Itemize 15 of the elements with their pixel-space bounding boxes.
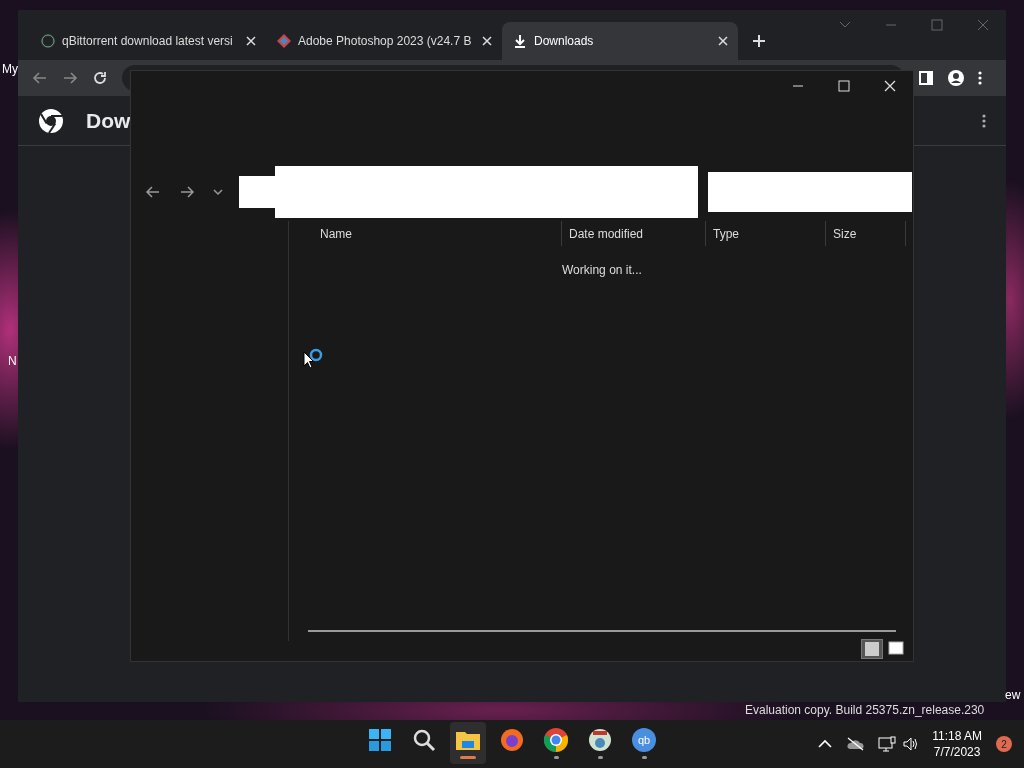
column-header[interactable]: Date modified xyxy=(562,221,706,246)
browser-tab[interactable]: Adobe Photoshop 2023 (v24.7 B xyxy=(266,22,502,60)
column-header[interactable]: Size xyxy=(826,221,906,246)
desktop-icon-label: ew xyxy=(1005,687,1021,704)
build-info-text: Evaluation copy. Build 25375.zn_release.230 xyxy=(745,702,985,719)
page-title: Dow xyxy=(86,107,131,134)
status-text: Working on it... xyxy=(562,262,642,279)
browser-tab[interactable]: Downloads xyxy=(502,22,738,60)
desktop-icon-label: My xyxy=(2,61,18,78)
notification-badge[interactable]: 2 xyxy=(996,736,1012,752)
clock-text[interactable]: 11:18 AM 7/7/2023 xyxy=(932,727,982,761)
browser-tab[interactable]: qBittorrent download latest versi xyxy=(30,22,266,60)
column-header[interactable]: Name xyxy=(306,221,562,246)
column-header[interactable]: Type xyxy=(706,221,826,246)
desktop-icon-label: N xyxy=(8,353,17,370)
